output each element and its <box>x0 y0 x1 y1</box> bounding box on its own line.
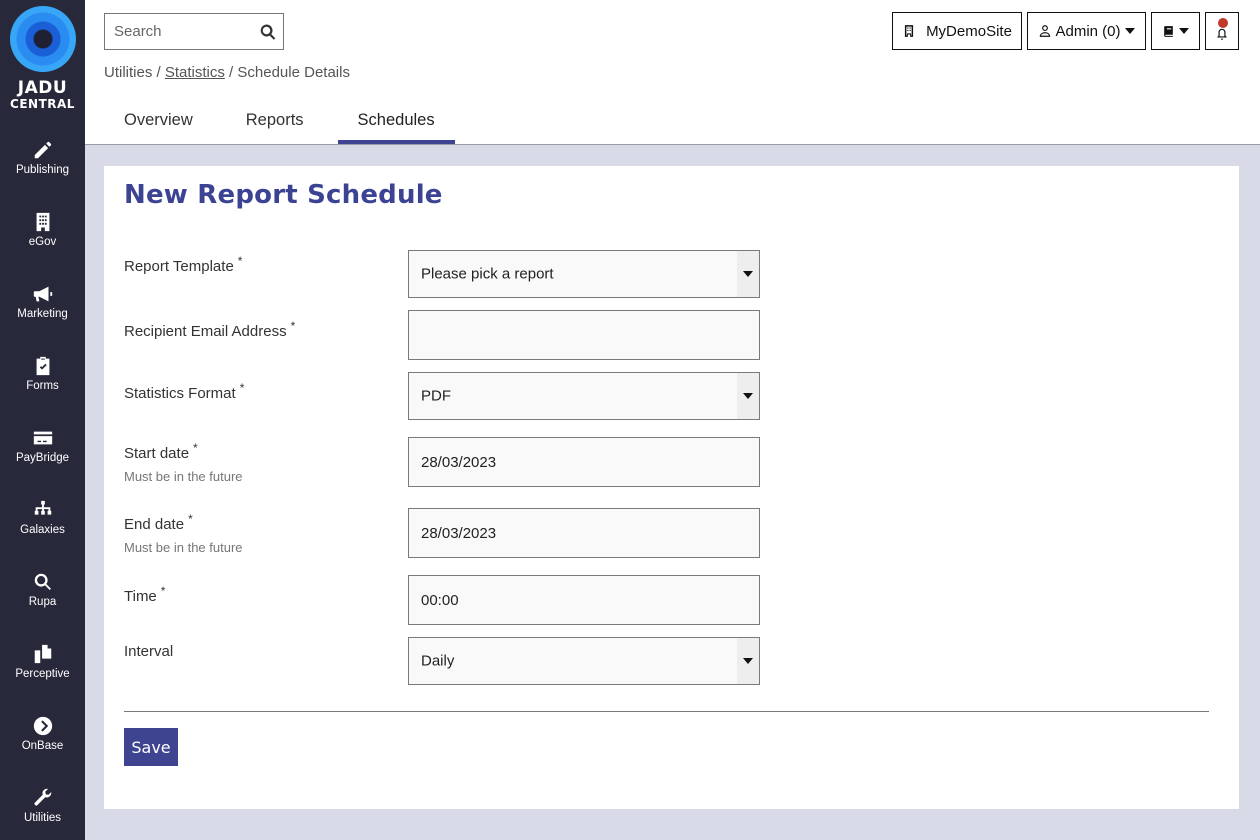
required-mark: * <box>290 319 296 333</box>
sidebar-item-paybridge[interactable]: PayBridge <box>0 427 85 487</box>
search-icon <box>34 573 51 590</box>
tab-overview[interactable]: Overview <box>104 100 213 144</box>
breadcrumb: Utilities / Statistics / Schedule Detail… <box>104 64 350 81</box>
breadcrumb-separator: / <box>229 64 234 81</box>
end-date-field[interactable] <box>408 508 760 558</box>
end-date-hint: Must be in the future <box>124 540 243 555</box>
sidebar-item-onbase[interactable]: OnBase <box>0 715 85 775</box>
interval-select[interactable]: Daily <box>408 637 760 685</box>
form-card: New Report Schedule Report Template * Ple… <box>104 166 1239 809</box>
top-bar: Utilities / Statistics / Schedule Detail… <box>85 0 1260 145</box>
pencil-icon <box>34 141 51 159</box>
sidebar-item-perceptive[interactable]: Perceptive <box>0 643 85 703</box>
required-mark: * <box>188 512 193 526</box>
sidebar-item-label: Forms <box>26 380 59 392</box>
interval-label: Interval <box>124 643 174 660</box>
sidebar-item-utilities[interactable]: Utilities <box>0 787 85 840</box>
tab-bar: Overview Reports Schedules <box>104 100 455 144</box>
sidebar-item-galaxies[interactable]: Galaxies <box>0 499 85 559</box>
user-menu-button[interactable]: Admin (0) <box>1027 12 1146 50</box>
sidebar-item-label: Galaxies <box>20 524 65 536</box>
sidebar-item-label: Marketing <box>17 308 68 320</box>
dropdown-arrow[interactable] <box>737 251 759 297</box>
copy-icon <box>34 644 51 664</box>
building-icon <box>36 212 49 232</box>
sidebar-item-rupa[interactable]: Rupa <box>0 571 85 631</box>
sidebar-item-egov[interactable]: eGov <box>0 211 85 271</box>
megaphone-icon <box>33 286 52 302</box>
site-selector-button[interactable]: MyDemoSite <box>892 12 1022 50</box>
notification-dot <box>1218 18 1228 28</box>
time-label: Time * <box>124 584 166 605</box>
sidebar-item-label: Rupa <box>28 596 57 608</box>
dropdown-arrow[interactable] <box>737 373 759 419</box>
book-icon <box>1164 25 1173 37</box>
sidebar-item-label: PayBridge <box>15 452 70 464</box>
start-date-field[interactable] <box>408 437 760 487</box>
tab-schedules[interactable]: Schedules <box>337 100 455 144</box>
help-menu-button[interactable] <box>1151 12 1200 50</box>
chevron-down-icon <box>1124 28 1135 34</box>
credit-card-icon <box>33 431 52 445</box>
end-date-label: End date * Must be in the future <box>124 512 243 555</box>
logo-line2: CENTRAL <box>10 97 75 111</box>
caret-down-icon <box>743 393 753 399</box>
logo-line1: JADU <box>17 78 68 98</box>
statistics-format-label: Statistics Format * <box>124 381 245 402</box>
chevron-down-icon <box>1179 28 1189 34</box>
time-input[interactable] <box>409 576 759 624</box>
report-template-label: Report Template * <box>124 254 243 275</box>
sidebar-item-label: Utilities <box>23 812 62 824</box>
required-mark: * <box>239 381 245 395</box>
recipient-email-label: Recipient Email Address * <box>124 319 296 340</box>
sidebar-item-label: OnBase <box>21 740 64 752</box>
logo-ring-icon <box>9 6 76 72</box>
start-date-input[interactable] <box>409 438 759 486</box>
time-field[interactable] <box>408 575 760 625</box>
required-mark: * <box>237 254 243 268</box>
sidebar-item-label: Perceptive <box>15 668 70 680</box>
jadu-logo[interactable]: JADU CENTRAL <box>0 6 85 110</box>
search-box[interactable] <box>104 13 284 50</box>
start-date-hint: Must be in the future <box>124 469 243 484</box>
site-name: MyDemoSite <box>926 22 1012 40</box>
sidebar-item-publishing[interactable]: Publishing <box>0 139 85 199</box>
tab-reports[interactable]: Reports <box>226 100 324 144</box>
required-mark: * <box>160 584 166 598</box>
notifications-button[interactable] <box>1205 12 1239 50</box>
wrench-icon <box>34 788 51 806</box>
sidebar-item-forms[interactable]: Forms <box>0 355 85 415</box>
breadcrumb-current: Schedule Details <box>237 64 350 81</box>
sidebar: JADU CENTRAL Publishing eGov Marketing F… <box>0 0 85 840</box>
breadcrumb-utilities: Utilities <box>104 64 153 81</box>
bell-icon <box>1217 28 1227 40</box>
start-date-label: Start date * Must be in the future <box>124 441 243 484</box>
recipient-email-input[interactable] <box>409 311 759 359</box>
sidebar-item-label: eGov <box>28 236 57 248</box>
statistics-format-select[interactable]: PDF <box>408 372 760 420</box>
user-icon <box>1040 25 1051 37</box>
chevron-circle-right-icon <box>33 716 52 736</box>
end-date-input[interactable] <box>409 509 759 557</box>
page-title: New Report Schedule <box>124 180 443 210</box>
building-icon <box>904 25 914 37</box>
search-input[interactable] <box>114 23 254 40</box>
required-mark: * <box>193 441 198 455</box>
report-template-select[interactable]: Please pick a report <box>408 250 760 298</box>
caret-down-icon <box>743 658 753 664</box>
clipboard-check-icon <box>36 356 49 376</box>
save-button[interactable]: Save <box>124 728 178 766</box>
breadcrumb-separator: / <box>156 64 161 81</box>
sidebar-item-marketing[interactable]: Marketing <box>0 283 85 343</box>
dropdown-arrow[interactable] <box>737 638 759 684</box>
breadcrumb-statistics-link[interactable]: Statistics <box>165 64 225 81</box>
recipient-email-field[interactable] <box>408 310 760 360</box>
form-divider <box>124 711 1209 712</box>
sidebar-item-label: Publishing <box>15 164 70 176</box>
user-name: Admin (0) <box>1055 22 1121 40</box>
search-icon[interactable] <box>259 23 277 41</box>
sitemap-icon <box>34 500 51 515</box>
caret-down-icon <box>743 271 753 277</box>
